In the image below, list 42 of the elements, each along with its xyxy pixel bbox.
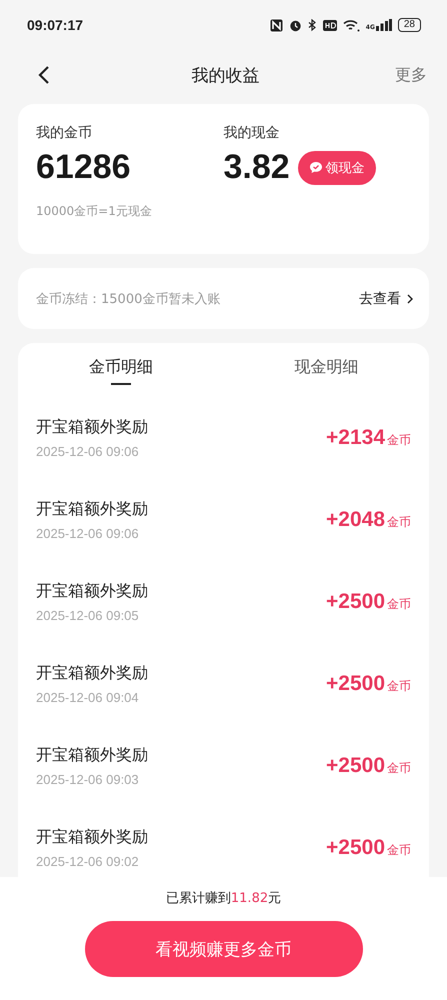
record-time: 2025-12-06 09:04: [36, 690, 140, 705]
total-earned: 已累计赚到11.82元: [166, 890, 282, 907]
record-amount: +2048 金币: [326, 508, 411, 532]
exchange-rate: 10000金币=1元现金: [36, 203, 153, 220]
record-title: 开宝箱额外奖励: [36, 663, 148, 684]
alarm-icon: [288, 18, 302, 32]
record-title: 开宝箱额外奖励: [36, 827, 148, 848]
tab[interactable]: 现金明细: [224, 343, 429, 397]
hd-icon: [322, 20, 337, 30]
record-time: 2025-12-06 09:03: [36, 772, 140, 787]
tab[interactable]: 金币明细: [18, 343, 224, 397]
record-amount: +2134金币: [326, 426, 411, 450]
record-title: 开宝箱额外奖励: [36, 417, 148, 438]
earn-more-button[interactable]: 看视频赚更多金币: [84, 921, 362, 977]
cash-label: 我的现金: [224, 124, 280, 142]
signal-icon: [376, 19, 392, 31]
record-amount: +2500 金币: [326, 836, 411, 860]
withdraw-button[interactable]: 领现金: [298, 150, 376, 184]
bluetooth-icon: [308, 18, 317, 32]
record-title: 开宝箱额外奖励: [36, 499, 148, 520]
record-amount: +2500 金币: [326, 754, 411, 778]
record-title: 开宝箱额外奖励: [36, 581, 148, 602]
record-time: 2025-12-06 09:06: [36, 444, 140, 459]
record-amount: +2500 金币: [326, 590, 411, 614]
chevron-icon: [407, 294, 413, 304]
record-amount: +2500 金币: [326, 672, 411, 696]
wifi-icon: [342, 18, 360, 32]
page-title: 我的收益: [192, 64, 260, 86]
cash-value: 3.82: [224, 148, 290, 187]
record-time: 2025-12-06 09:05: [36, 608, 140, 623]
chat-icon: [308, 161, 323, 174]
status-time: 09:07:17: [27, 17, 84, 33]
more-link[interactable]: 更多: [387, 64, 427, 86]
coins-label: 我的金币: [36, 124, 93, 142]
record-time: 2025-12-06 09:02: [36, 854, 140, 869]
coins-value: 61286: [36, 148, 132, 187]
record-title: 开宝箱额外奖励: [36, 745, 148, 766]
frozen-notice: 金币冻结：15000金币暂未入账: [36, 290, 220, 308]
battery-indicator: 28: [398, 18, 421, 32]
record-time: 2025-12-06 09:06: [36, 526, 140, 541]
view-link[interactable]: 去查看: [359, 290, 413, 308]
nfc-icon: [270, 18, 283, 32]
